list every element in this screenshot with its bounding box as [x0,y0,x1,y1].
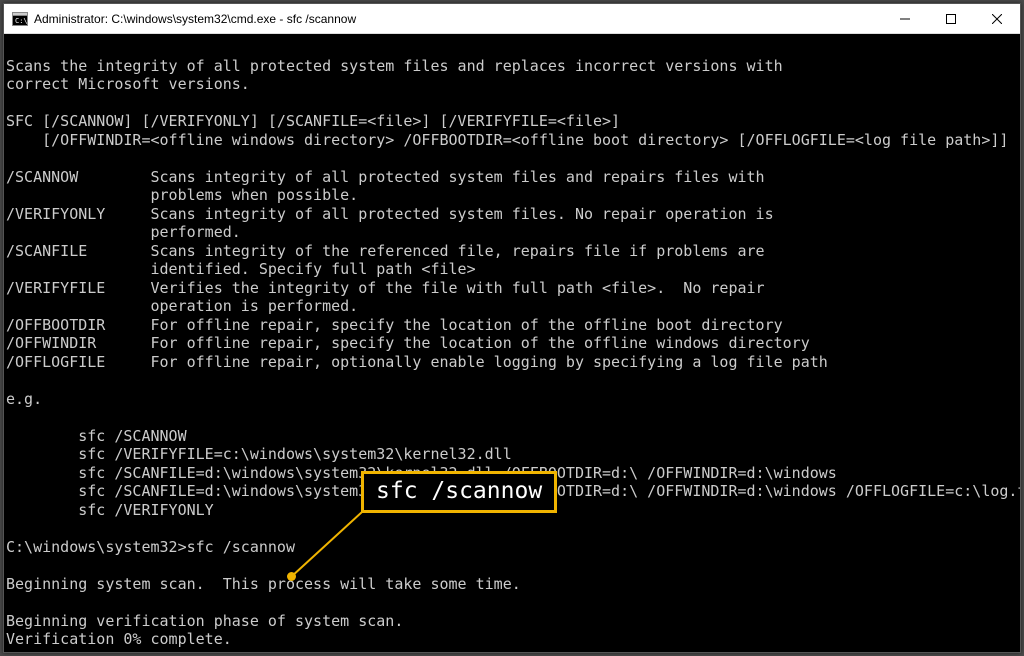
minimize-button[interactable] [882,4,928,34]
cmd-window: C:\ Administrator: C:\windows\system32\c… [3,3,1021,653]
callout-box: sfc /scannow [361,471,557,513]
close-button[interactable] [974,4,1020,34]
maximize-button[interactable] [928,4,974,34]
terminal-output[interactable]: Scans the integrity of all protected sys… [4,34,1020,652]
titlebar[interactable]: C:\ Administrator: C:\windows\system32\c… [4,4,1020,34]
callout-dot [287,572,296,581]
cmd-icon: C:\ [12,11,28,27]
svg-text:C:\: C:\ [15,17,28,25]
window-title: Administrator: C:\windows\system32\cmd.e… [34,12,882,26]
callout-text: sfc /scannow [376,478,542,504]
